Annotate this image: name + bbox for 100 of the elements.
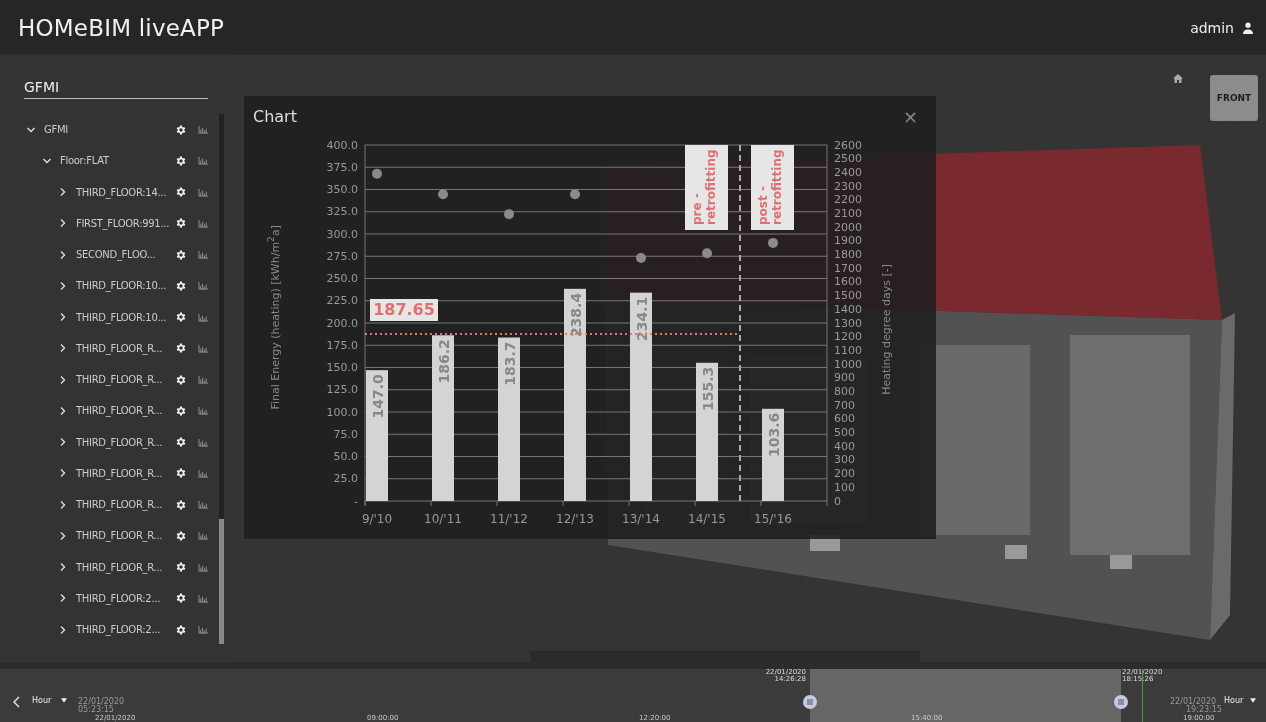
settings-icon[interactable] xyxy=(175,529,187,542)
settings-icon[interactable] xyxy=(175,592,187,605)
chevron-right-icon[interactable] xyxy=(58,468,68,479)
tree-item[interactable]: SECOND_FLOO... xyxy=(76,249,174,261)
settings-icon[interactable] xyxy=(175,279,187,292)
chevron-right-icon[interactable] xyxy=(58,343,68,354)
bar-chart-icon[interactable] xyxy=(198,531,209,541)
bar-chart-icon[interactable] xyxy=(198,562,209,572)
tree-item[interactable]: THIRD_FLOOR:2... xyxy=(76,624,174,636)
bar-chart-icon[interactable] xyxy=(198,312,209,322)
unit-dropdown[interactable]: Hour xyxy=(32,696,52,705)
tree-item[interactable]: THIRD_FLOOR_R... xyxy=(76,436,174,448)
chevron-right-icon[interactable] xyxy=(58,374,68,385)
axis-tick-label: 1900 xyxy=(834,234,862,248)
chevron-right-icon[interactable] xyxy=(58,624,68,635)
settings-icon[interactable] xyxy=(175,186,187,199)
chevron-right-icon[interactable] xyxy=(58,249,68,260)
chevron-right-icon[interactable] xyxy=(58,437,68,448)
axis-tick-label: 50.0 xyxy=(333,450,358,463)
category-label: 10/'11 xyxy=(424,512,462,526)
tree-item[interactable]: THIRD_FLOOR_R... xyxy=(76,561,174,573)
settings-icon[interactable] xyxy=(175,373,187,386)
bar-chart-icon[interactable] xyxy=(198,468,209,478)
tree-item[interactable]: THIRD_FLOOR_R... xyxy=(76,405,174,417)
chevron-right-icon[interactable] xyxy=(58,187,68,198)
bar-chart-icon[interactable] xyxy=(198,437,209,447)
axis-tick-label: 2300 xyxy=(834,179,862,193)
axis-tick-label: 225.0 xyxy=(326,294,358,308)
annotation: post - retrofitting xyxy=(756,149,784,225)
user-icon[interactable] xyxy=(1242,21,1254,34)
axis-tick-label: 1400 xyxy=(834,302,862,316)
view-cube[interactable]: FRONT xyxy=(1210,75,1258,121)
tree-item[interactable]: THIRD_FLOOR_R... xyxy=(76,530,174,542)
settings-icon[interactable] xyxy=(175,561,187,574)
settings-icon[interactable] xyxy=(175,498,187,511)
axis-tick-label: 150.0 xyxy=(326,361,358,374)
tree-item[interactable]: THIRD_FLOOR:2... xyxy=(76,592,174,604)
tree-item[interactable]: THIRD_FLOOR_R... xyxy=(76,374,174,386)
search-field[interactable]: GFMI xyxy=(24,75,208,99)
chevron-right-icon[interactable] xyxy=(58,530,68,541)
bar-value-label: 147.0 xyxy=(370,374,386,419)
axis-tick-label: 2500 xyxy=(834,152,862,166)
axis-tick-label: 2600 xyxy=(834,138,862,152)
chevron-left-icon[interactable] xyxy=(12,696,20,708)
axis-tick-label: 300.0 xyxy=(326,227,358,241)
range-handle[interactable] xyxy=(803,695,817,709)
app-title: HOMeBIM liveAPP xyxy=(18,14,225,41)
bar-chart-icon[interactable] xyxy=(198,281,209,291)
chevron-right-icon[interactable] xyxy=(58,593,68,604)
tree-item[interactable]: THIRD_FLOOR_R... xyxy=(76,499,174,511)
axis-tick-label: 400 xyxy=(834,439,855,453)
tree-item[interactable]: THIRD_FLOOR:14... xyxy=(76,186,174,198)
settings-icon[interactable] xyxy=(175,123,187,136)
caret-icon[interactable] xyxy=(61,698,67,703)
bar-value-label: 234.1 xyxy=(634,296,650,341)
tree-item[interactable]: FIRST_FLOOR:991... xyxy=(76,217,174,229)
axis-tick-label: 1300 xyxy=(834,316,862,330)
settings-icon[interactable] xyxy=(175,342,187,355)
scrollbar[interactable] xyxy=(219,114,224,644)
close-button[interactable]: × xyxy=(898,105,922,127)
period-label: post - retrofitting xyxy=(751,145,794,230)
bar-chart-icon[interactable] xyxy=(198,250,209,260)
chevron-right-icon[interactable] xyxy=(58,562,68,573)
settings-icon[interactable] xyxy=(175,436,187,449)
caret-icon[interactable] xyxy=(1250,698,1256,703)
axis-tick-label: 275.0 xyxy=(326,249,358,263)
settings-icon[interactable] xyxy=(175,248,187,261)
chevron-right-icon[interactable] xyxy=(58,499,68,510)
bar-chart-icon[interactable] xyxy=(198,187,209,197)
bar-chart-icon[interactable] xyxy=(198,375,209,385)
axis-tick-label: 1800 xyxy=(834,248,862,262)
chevron-right-icon[interactable] xyxy=(58,218,68,229)
bar-chart-icon[interactable] xyxy=(198,500,209,510)
bar-chart-icon[interactable] xyxy=(198,406,209,416)
bar-chart-icon[interactable] xyxy=(198,343,209,353)
bar-chart-icon[interactable] xyxy=(198,625,209,635)
chevron-right-icon[interactable] xyxy=(58,280,68,291)
home-icon[interactable] xyxy=(1173,74,1183,83)
settings-icon[interactable] xyxy=(175,467,187,480)
chevron-right-icon[interactable] xyxy=(58,312,68,323)
settings-icon[interactable] xyxy=(175,217,187,230)
unit-dropdown[interactable]: Hour xyxy=(1224,696,1244,705)
tree-item[interactable]: GFMI xyxy=(44,124,142,136)
range-handle[interactable] xyxy=(1114,695,1128,709)
tree-item[interactable]: THIRD_FLOOR:10... xyxy=(76,311,174,323)
user-name[interactable]: admin xyxy=(1190,19,1234,36)
chevron-right-icon[interactable] xyxy=(58,405,68,416)
axis-tick-label: 1500 xyxy=(834,289,862,303)
bar-chart-icon[interactable] xyxy=(198,156,209,166)
tree-item[interactable]: THIRD_FLOOR_R... xyxy=(76,342,174,354)
settings-icon[interactable] xyxy=(175,154,187,167)
settings-icon[interactable] xyxy=(175,623,187,636)
bar-chart-icon[interactable] xyxy=(198,593,209,603)
tree-item[interactable]: Floor:FLAT xyxy=(60,155,158,167)
bar-chart-icon[interactable] xyxy=(198,125,209,135)
tree-item[interactable]: THIRD_FLOOR:10... xyxy=(76,280,174,292)
settings-icon[interactable] xyxy=(175,311,187,324)
bar-chart-icon[interactable] xyxy=(198,218,209,228)
tree-item[interactable]: THIRD_FLOOR_R... xyxy=(76,467,174,479)
settings-icon[interactable] xyxy=(175,404,187,417)
